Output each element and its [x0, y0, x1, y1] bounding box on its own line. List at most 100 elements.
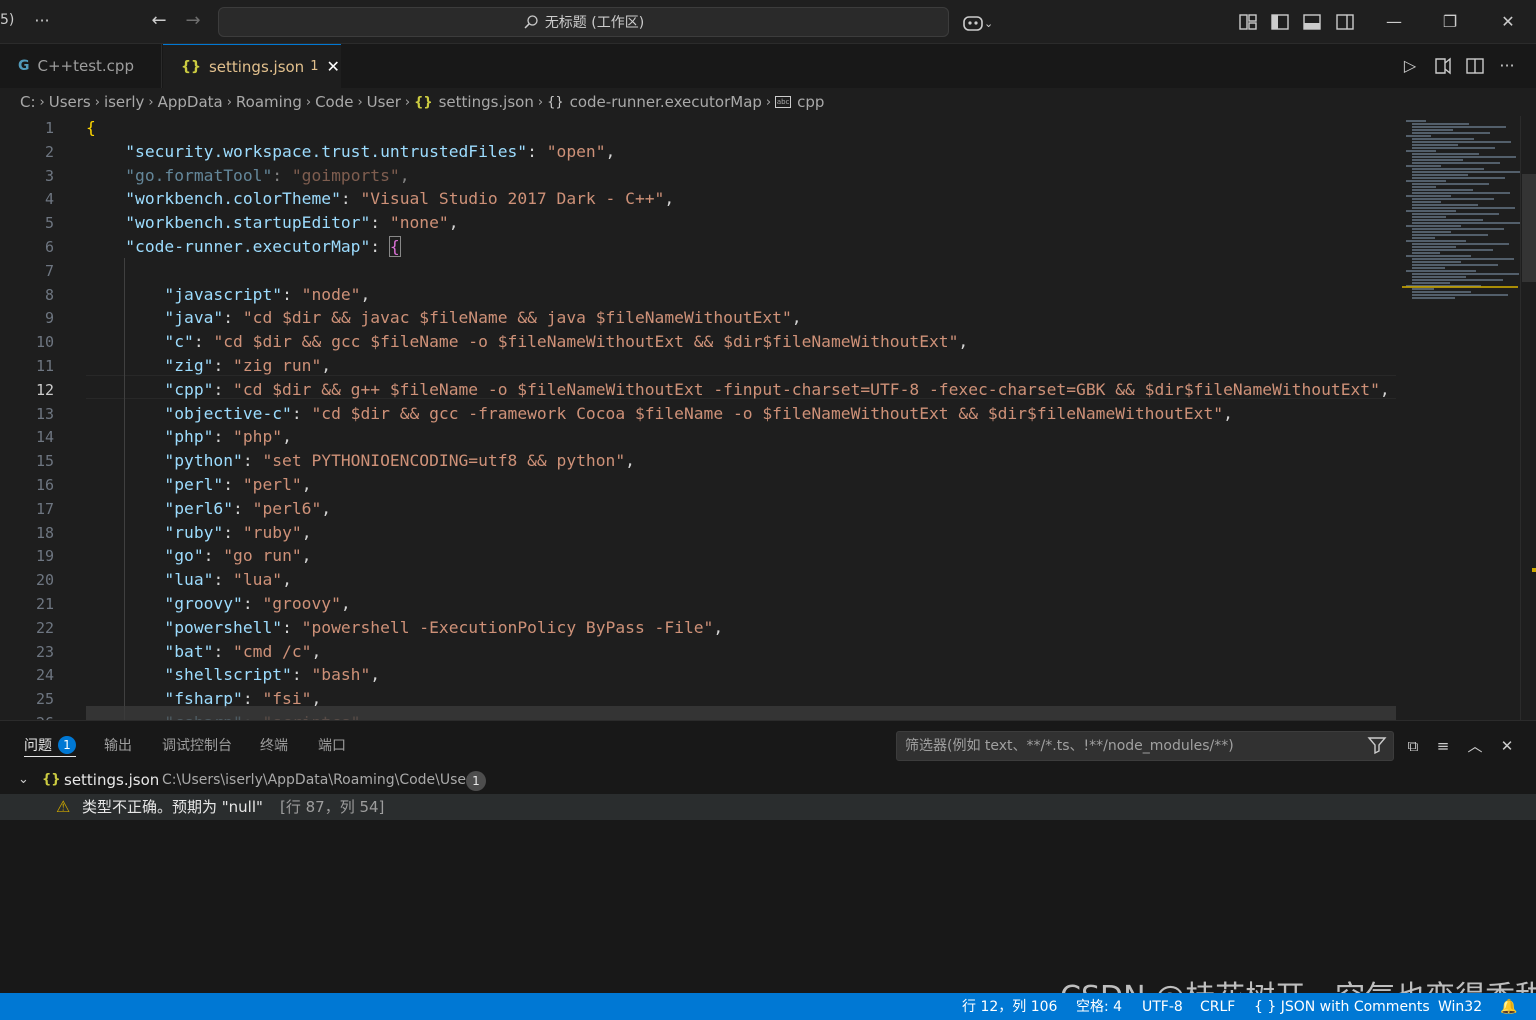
- code-line[interactable]: "c": "cd $dir && gcc $fileName -o $fileN…: [86, 330, 968, 354]
- line-number: 5: [44, 214, 54, 233]
- breadcrumb-item[interactable]: settings.json: [439, 93, 534, 111]
- code-line[interactable]: "groovy": "groovy",: [86, 592, 350, 616]
- code-lines[interactable]: { "security.workspace.trust.untrustedFil…: [86, 116, 1396, 720]
- code-line[interactable]: "shellscript": "bash",: [86, 663, 380, 687]
- line-number: 7: [44, 261, 54, 280]
- breadcrumb-item[interactable]: Roaming: [236, 93, 302, 111]
- code-line[interactable]: "javascript": "node",: [86, 283, 370, 307]
- copilot-menu-button[interactable]: ⌄: [962, 8, 1006, 36]
- tab-settings-json[interactable]: {} settings.json 1 ✕: [163, 44, 341, 88]
- code-token: :: [213, 641, 234, 661]
- tab-cpp-file[interactable]: G C++test.cpp: [0, 44, 162, 88]
- breadcrumb-item[interactable]: cpp: [797, 93, 824, 111]
- code-line[interactable]: "workbench.startupEditor": "none",: [86, 211, 458, 235]
- restore-button[interactable]: ❐: [1430, 4, 1470, 40]
- code-line[interactable]: "go": "go run",: [86, 544, 311, 568]
- code-line[interactable]: "cpp": "cd $dir && g++ $fileName -o $fil…: [86, 378, 1389, 402]
- language-mode[interactable]: { } JSON with Comments: [1254, 997, 1430, 1017]
- tab-output[interactable]: 输出: [104, 735, 132, 757]
- collapse-all-icon[interactable]: ⧉: [1402, 735, 1424, 757]
- code-line[interactable]: "security.workspace.trust.untrustedFiles…: [86, 140, 615, 164]
- tab-ports[interactable]: 端口: [318, 735, 346, 757]
- code-token: :: [282, 617, 302, 637]
- indentation-setting[interactable]: 空格: 4: [1076, 997, 1122, 1017]
- scrollbar-thumb[interactable]: [1522, 174, 1536, 282]
- filter-icon[interactable]: [1367, 735, 1387, 755]
- code-line[interactable]: "powershell": "powershell -ExecutionPoli…: [86, 616, 723, 640]
- code-line[interactable]: "lua": "lua",: [86, 568, 291, 592]
- breadcrumb-item[interactable]: C:: [20, 93, 36, 111]
- minimap-line: [1412, 234, 1488, 236]
- code-line[interactable]: "ruby": "ruby",: [86, 521, 311, 545]
- close-panel-icon[interactable]: ✕: [1496, 735, 1518, 757]
- code-token: :: [242, 594, 263, 613]
- close-window-button[interactable]: ✕: [1488, 4, 1528, 40]
- code-line[interactable]: "code-runner.executorMap": {: [86, 235, 401, 259]
- code-token: ,: [301, 546, 312, 566]
- code-line[interactable]: "go.formatTool": "goimports",: [86, 164, 409, 188]
- code-line[interactable]: "php": "php",: [86, 425, 292, 449]
- horizontal-scrollbar[interactable]: [86, 706, 1396, 720]
- problem-item-row[interactable]: ⚠ 类型不正确。预期为 "null" [行 87，列 54]: [0, 794, 1536, 820]
- notifications-bell-icon[interactable]: 🔔: [1500, 997, 1517, 1017]
- maximize-panel-icon[interactable]: ︿: [1464, 735, 1486, 757]
- problem-file-row[interactable]: ⌄ {} settings.json C:\Users\iserly\AppDa…: [0, 767, 1536, 793]
- breadcrumb-item[interactable]: User: [367, 93, 401, 111]
- chevron-down-icon[interactable]: ⌄: [18, 767, 29, 793]
- forward-arrow-icon[interactable]: →: [180, 8, 206, 34]
- code-line[interactable]: "objective-c": "cd $dir && gcc -framewor…: [86, 402, 1232, 426]
- customize-layout-icon[interactable]: [1236, 10, 1260, 34]
- more-menu-icon[interactable]: ···: [30, 6, 54, 36]
- code-line[interactable]: {: [86, 116, 96, 140]
- back-arrow-icon[interactable]: ←: [146, 8, 172, 34]
- breadcrumb-item[interactable]: Code: [315, 93, 353, 111]
- tab-terminal[interactable]: 终端: [260, 735, 288, 757]
- minimap-line: [1412, 162, 1500, 164]
- code-token: ,: [282, 427, 292, 447]
- code-token: "bash": [311, 665, 371, 685]
- code-token: {: [86, 118, 96, 137]
- toggle-panel-icon[interactable]: [1300, 10, 1324, 34]
- command-center-search[interactable]: 无标题 (工作区): [218, 7, 949, 37]
- code-line[interactable]: "java": "cd $dir && javac $fileName && j…: [86, 306, 801, 330]
- vertical-scrollbar[interactable]: [1520, 116, 1536, 720]
- code-line[interactable]: "bat": "cmd /c",: [86, 640, 321, 664]
- code-line[interactable]: "perl6": "perl6",: [86, 497, 331, 521]
- encoding-setting[interactable]: UTF-8: [1142, 997, 1183, 1017]
- view-as-list-icon[interactable]: ≡: [1432, 735, 1454, 757]
- cursor-position[interactable]: 行 12，列 106: [962, 997, 1057, 1017]
- breadcrumb-item[interactable]: code-runner.executorMap: [570, 93, 762, 111]
- minimize-button[interactable]: —: [1374, 4, 1414, 40]
- open-settings-ui-icon[interactable]: [1431, 54, 1455, 78]
- tab-problems[interactable]: 问题 1: [24, 735, 76, 757]
- problems-filter-input[interactable]: 筛选器(例如 text、**/*.ts、!**/node_modules/**): [896, 731, 1394, 761]
- toggle-primary-sidebar-icon[interactable]: [1268, 10, 1292, 34]
- toggle-secondary-sidebar-icon[interactable]: [1333, 10, 1357, 34]
- minimap[interactable]: [1398, 116, 1521, 720]
- language-label: JSON with Comments: [1280, 999, 1430, 1015]
- minimap-line: [1412, 213, 1499, 215]
- minimap-line: [1412, 294, 1508, 296]
- breadcrumb-item[interactable]: Users: [49, 93, 91, 111]
- platform-indicator[interactable]: Win32: [1438, 997, 1482, 1017]
- tab-debug-console[interactable]: 调试控制台: [162, 735, 232, 757]
- split-editor-icon[interactable]: [1463, 54, 1487, 78]
- breadcrumb-item[interactable]: iserly: [104, 93, 144, 111]
- minimap-line: [1412, 264, 1498, 266]
- code-line[interactable]: "zig": "zig run",: [86, 354, 331, 378]
- code-line[interactable]: "perl": "perl",: [86, 473, 311, 497]
- code-line[interactable]: "python": "set PYTHONIOENCODING=utf8 && …: [86, 449, 635, 473]
- breadcrumb-item[interactable]: AppData: [158, 93, 223, 111]
- eol-setting[interactable]: CRLF: [1200, 997, 1235, 1017]
- close-tab-icon[interactable]: ✕: [326, 57, 339, 76]
- line-number: 13: [35, 404, 54, 423]
- code-editor[interactable]: 1 2 3 4 5 6 7 8 9 10 11 12 13 14 15 16 17 18 19 20 21 22 23 24 2…: [0, 116, 1536, 720]
- more-actions-icon[interactable]: ···: [1495, 54, 1519, 78]
- run-code-icon[interactable]: ▷: [1398, 54, 1422, 78]
- code-line[interactable]: "workbench.colorTheme": "Visual Studio 2…: [86, 187, 674, 211]
- code-token: :: [291, 665, 312, 685]
